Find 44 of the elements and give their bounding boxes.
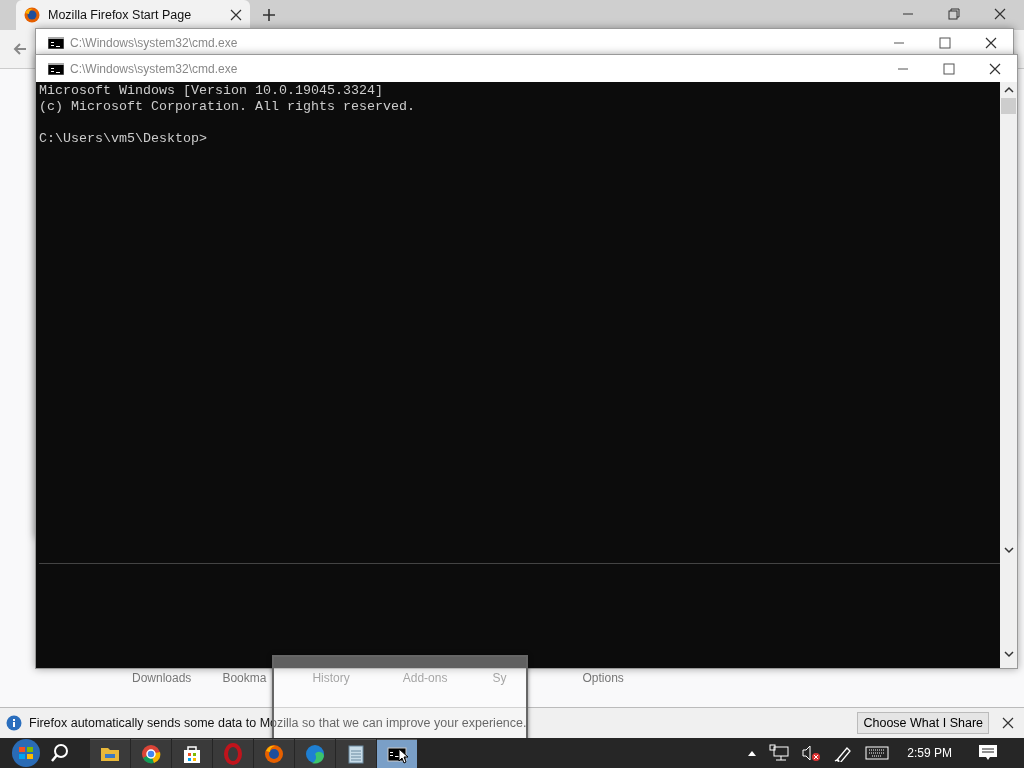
- maximize-icon[interactable]: [939, 36, 951, 49]
- console-line: (c) Microsoft Corporation. All rights reserved.: [39, 99, 416, 115]
- new-tab-icon[interactable]: [262, 8, 276, 22]
- scroll-thumb[interactable]: [1001, 98, 1016, 114]
- console-icon: [48, 36, 64, 49]
- close-icon[interactable]: [985, 36, 997, 49]
- scrollbar[interactable]: [1000, 82, 1017, 668]
- launcher-item[interactable]: Sy: [492, 671, 507, 685]
- close-icon[interactable]: [994, 8, 1006, 20]
- launcher-item[interactable]: Bookma: [222, 671, 267, 685]
- speaker-muted-icon[interactable]: [801, 744, 822, 762]
- maximize-icon[interactable]: [943, 62, 955, 75]
- info-icon: [6, 715, 22, 731]
- close-icon[interactable]: [989, 62, 1001, 75]
- firefox-icon: [24, 7, 40, 23]
- clock[interactable]: 2:59 PM: [907, 746, 952, 760]
- search-icon[interactable]: [50, 743, 70, 763]
- console-line: C:\Users\vm5\Desktop>: [39, 131, 208, 147]
- firefox-icon[interactable]: [254, 738, 294, 768]
- launcher-item[interactable]: History: [312, 671, 350, 685]
- notepad-icon[interactable]: [336, 738, 376, 768]
- restore-icon[interactable]: [948, 8, 960, 20]
- close-icon[interactable]: [230, 9, 242, 21]
- back-icon[interactable]: [12, 41, 28, 57]
- chrome-icon[interactable]: [131, 738, 171, 768]
- start-button-icon[interactable]: [10, 738, 42, 768]
- edge-icon[interactable]: [295, 738, 335, 768]
- launcher-item[interactable]: Add-ons: [402, 671, 448, 685]
- window-title: C:\Windows\system32\cmd.exe: [70, 35, 239, 50]
- launcher-item[interactable]: Downloads: [132, 671, 192, 685]
- choose-share-button[interactable]: Choose What I Share: [857, 712, 989, 734]
- shopping-bag-icon[interactable]: [172, 738, 212, 768]
- window-title: C:\Windows\system32\cmd.exe: [70, 61, 239, 76]
- console-line: Microsoft Windows [Version 10.0.19045.3324]: [39, 83, 384, 99]
- console-icon[interactable]: [377, 738, 417, 768]
- folder-icon[interactable]: [90, 738, 130, 768]
- close-icon[interactable]: [1002, 717, 1014, 729]
- browser-tab[interactable]: Mozilla Firefox Start Page: [16, 0, 250, 30]
- network-icon[interactable]: [769, 744, 790, 762]
- launcher-item[interactable]: Options: [582, 671, 624, 685]
- keyboard-icon[interactable]: [865, 745, 890, 761]
- caret-icon[interactable]: [747, 749, 758, 757]
- notification-icon[interactable]: [978, 744, 998, 762]
- console-icon: [48, 62, 64, 75]
